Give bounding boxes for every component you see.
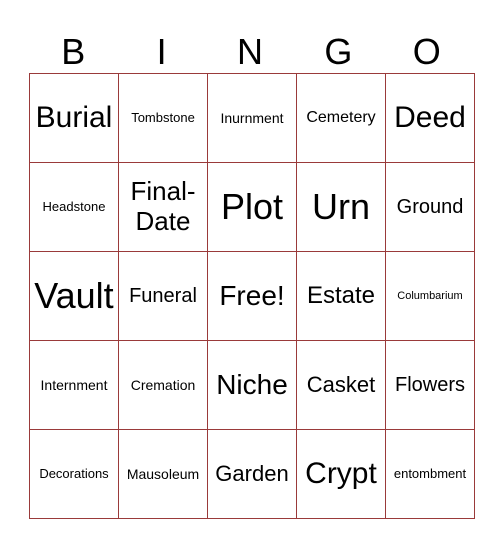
bingo-cell[interactable]: entombment	[385, 429, 475, 519]
bingo-cell[interactable]: Plot	[207, 162, 297, 252]
bingo-cell[interactable]: Funeral	[118, 251, 208, 341]
bingo-header: B I N G O	[29, 30, 471, 73]
header-letter-o: O	[412, 31, 441, 72]
header-letter-g: G	[324, 31, 353, 72]
header-letter-b: B	[61, 31, 86, 72]
bingo-cell[interactable]: Columbarium	[385, 251, 475, 341]
free-space-cell[interactable]: Free!	[207, 251, 297, 341]
grid-row: Internment Cremation Niche Casket Flower…	[29, 340, 475, 430]
bingo-cell[interactable]: Deed	[385, 73, 475, 163]
bingo-cell[interactable]: Garden	[207, 429, 297, 519]
bingo-cell[interactable]: Crypt	[296, 429, 386, 519]
bingo-cell[interactable]: Decorations	[29, 429, 119, 519]
bingo-cell[interactable]: Tombstone	[118, 73, 208, 163]
grid-row: Burial Tombstone Inurnment Cemetery Deed	[29, 73, 475, 163]
bingo-cell[interactable]: Flowers	[385, 340, 475, 430]
header-letter-i: I	[156, 31, 167, 72]
bingo-cell[interactable]: Inurnment	[207, 73, 297, 163]
bingo-cell[interactable]: Cemetery	[296, 73, 386, 163]
bingo-cell[interactable]: Internment	[29, 340, 119, 430]
bingo-cell[interactable]: Casket	[296, 340, 386, 430]
bingo-cell[interactable]: Cremation	[118, 340, 208, 430]
bingo-cell[interactable]: Mausoleum	[118, 429, 208, 519]
bingo-cell[interactable]: Burial	[29, 73, 119, 163]
bingo-cell[interactable]: Vault	[29, 251, 119, 341]
header-letter-n: N	[236, 31, 263, 72]
grid-row: Headstone Final- Date Plot Urn Ground	[29, 162, 475, 252]
bingo-cell[interactable]: Estate	[296, 251, 386, 341]
grid-row: Decorations Mausoleum Garden Crypt entom…	[29, 429, 475, 519]
bingo-cell[interactable]: Headstone	[29, 162, 119, 252]
grid-row: Vault Funeral Free! Estate Columbarium	[29, 251, 475, 341]
bingo-cell[interactable]: Final- Date	[118, 162, 208, 252]
bingo-grid: Burial Tombstone Inurnment Cemetery Deed…	[29, 73, 475, 519]
bingo-cell[interactable]: Ground	[385, 162, 475, 252]
bingo-cell[interactable]: Urn	[296, 162, 386, 252]
bingo-cell[interactable]: Niche	[207, 340, 297, 430]
